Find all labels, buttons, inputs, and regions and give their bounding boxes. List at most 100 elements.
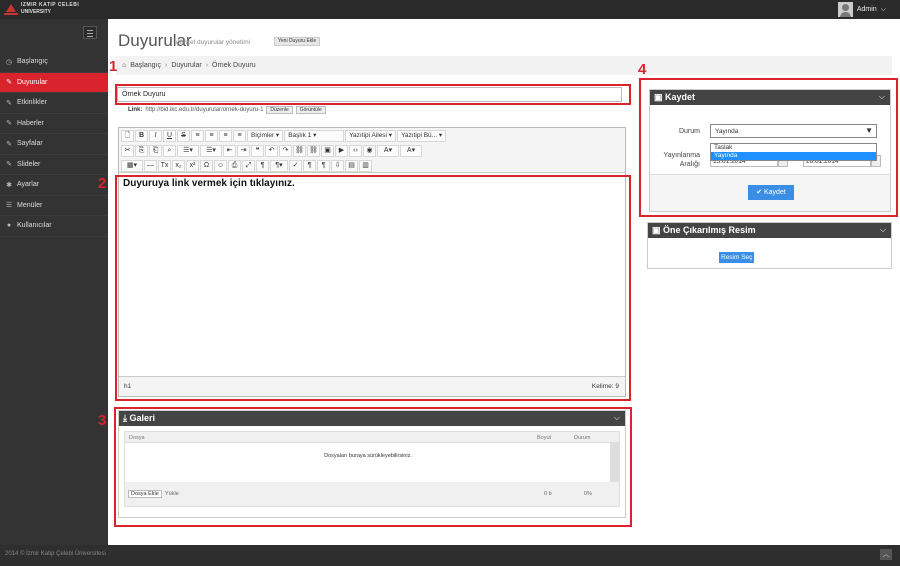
- sidebar-item-sayfalar[interactable]: ✎ Sayfalar: [0, 134, 108, 155]
- featured-image-header[interactable]: ▣ Öne Çıkarılmış Resim ⌵: [648, 223, 891, 238]
- featured-image-title: Öne Çıkarılmış Resim: [663, 225, 756, 235]
- text-color-icon[interactable]: A▾: [377, 145, 399, 157]
- show-blocks-icon[interactable]: ¶: [303, 160, 316, 172]
- sidebar-nav: ◷ Başlangıç ✎ Duyurular ✎ Etkinlikler ✎ Habe…: [0, 52, 108, 237]
- fullscreen-icon[interactable]: ⤢: [242, 160, 255, 172]
- blockquote-icon[interactable]: ❝: [251, 145, 264, 157]
- clear-format-icon[interactable]: Tx: [158, 160, 171, 172]
- gauge-icon: ◷: [5, 58, 13, 66]
- select-image-button[interactable]: Resim Seç: [719, 252, 755, 263]
- code-icon[interactable]: ‹›: [349, 145, 362, 157]
- redo-icon[interactable]: ↷: [279, 145, 292, 157]
- link-icon[interactable]: ⛓: [293, 145, 306, 157]
- university-logo[interactable]: IZMIR KATIP CELEBI UNIVERSITY: [4, 2, 79, 16]
- spellcheck-icon[interactable]: ✓: [289, 160, 302, 172]
- align-justify-icon[interactable]: ≡: [233, 130, 246, 142]
- user-icon: ●: [6, 222, 12, 230]
- view-link-button[interactable]: Görüntüle: [295, 106, 326, 114]
- user-menu[interactable]: Admin ⌵: [837, 1, 886, 18]
- rtl-icon[interactable]: ¶▾: [270, 160, 288, 172]
- editor-toolbar: 🗋 B I U S ≡ ≡ ≡ ≡ Biçimler ▾ Başlık 1 ▾ …: [119, 128, 625, 173]
- page-subtitle: güncel duyurular yönetimi: [176, 39, 251, 46]
- preview-icon[interactable]: ◉: [363, 145, 376, 157]
- align-center-icon[interactable]: ≡: [205, 130, 218, 142]
- sidebar-item-ayarlar[interactable]: ✱ Ayarlar: [0, 175, 108, 196]
- emoticon-icon[interactable]: ☺: [214, 160, 227, 172]
- numbered-list-icon[interactable]: ☰▾: [200, 145, 222, 157]
- find-icon[interactable]: ⌕: [163, 145, 176, 157]
- annotation-number-1: 1: [109, 58, 118, 75]
- new-document-icon[interactable]: 🗋: [121, 130, 134, 142]
- subscript-icon[interactable]: x₂: [172, 160, 185, 172]
- table-icon[interactable]: ▦▾: [121, 160, 143, 172]
- unlink-icon[interactable]: ⛓: [307, 145, 320, 157]
- sidebar-item-label: Başlangıç: [17, 58, 48, 66]
- insert-download-icon[interactable]: ⇩: [331, 160, 344, 172]
- strikethrough-button[interactable]: S: [177, 130, 190, 142]
- heading-dropdown[interactable]: Başlık 1 ▾: [284, 130, 345, 142]
- outdent-icon[interactable]: ⇤: [223, 145, 236, 157]
- edit-icon: ✎: [6, 99, 12, 107]
- sidebar-item-slideler[interactable]: ✎ Slideler: [0, 155, 108, 175]
- bold-button[interactable]: B: [135, 130, 148, 142]
- sidebar-toggle-button[interactable]: [83, 26, 97, 39]
- title-input[interactable]: Örnek Duyuru: [117, 87, 622, 102]
- cut-icon[interactable]: ✂: [121, 145, 134, 157]
- edit-icon: ✎: [6, 79, 12, 87]
- chevron-down-icon[interactable]: ⌵: [880, 225, 886, 235]
- font-size-dropdown[interactable]: Yazıtipi Bü... ▾: [397, 130, 447, 142]
- breadcrumb-item[interactable]: Başlangıç: [130, 62, 161, 69]
- sidebar-item-baslangic[interactable]: ◷ Başlangıç: [0, 52, 108, 73]
- italic-button[interactable]: I: [149, 130, 162, 142]
- new-announcement-button[interactable]: Yeni Duyuru Ekle: [274, 37, 321, 46]
- edit-icon: ✎: [6, 140, 12, 148]
- breadcrumb-separator: ›: [164, 62, 168, 69]
- breadcrumb-item[interactable]: Duyurular: [171, 62, 201, 69]
- sidebar-item-kullanicilar[interactable]: ● Kullanıcılar: [0, 216, 108, 237]
- superscript-icon[interactable]: x²: [186, 160, 199, 172]
- font-family-dropdown[interactable]: Yazıtipi Ailesi ▾: [345, 130, 397, 142]
- toolbar-row-1: 🗋 B I U S ≡ ≡ ≡ ≡ Biçimler ▾ Başlık 1 ▾ …: [121, 130, 447, 144]
- template-icon[interactable]: ▤: [345, 160, 358, 172]
- sidebar-item-label: Menüler: [17, 201, 43, 209]
- formats-dropdown[interactable]: Biçimler ▾: [247, 130, 284, 142]
- indent-icon[interactable]: ⇥: [237, 145, 250, 157]
- image-icon[interactable]: ▣: [321, 145, 334, 157]
- print-icon[interactable]: ⎙: [228, 160, 241, 172]
- sidebar-item-etkinlikler[interactable]: ✎ Etkinlikler: [0, 93, 108, 114]
- edit-icon: ✎: [6, 120, 12, 128]
- footer: 2014 © İzmir Katip Çelebi Üniversitesi ︿: [0, 545, 900, 566]
- align-left-icon[interactable]: ≡: [191, 130, 204, 142]
- paste-icon[interactable]: ⎗: [149, 145, 162, 157]
- ltr-icon[interactable]: ¶: [256, 160, 269, 172]
- permalink-row: Link: http://bid.ikc.edu.tr/duyurular/or…: [128, 106, 326, 114]
- edit-link-button[interactable]: Düzenle: [266, 106, 293, 114]
- sidebar-item-haberler[interactable]: ✎ Haberler: [0, 114, 108, 134]
- horizontal-rule-icon[interactable]: —: [144, 160, 157, 172]
- image-icon: ▣: [652, 225, 661, 235]
- undo-icon[interactable]: ↶: [265, 145, 278, 157]
- sidebar-item-menuler[interactable]: ☰ Menüler: [0, 196, 108, 216]
- nonbreaking-icon[interactable]: ¶: [317, 160, 330, 172]
- edit-icon: ✎: [6, 161, 12, 169]
- permalink-label: Link:: [128, 107, 143, 113]
- special-char-icon[interactable]: Ω: [200, 160, 213, 172]
- option-taslak[interactable]: Taslak: [711, 144, 876, 152]
- sidebar-item-label: Ayarlar: [17, 181, 40, 189]
- option-yayinda[interactable]: Yayında: [711, 152, 876, 160]
- sidebar-item-label: Kullanıcılar: [17, 222, 52, 230]
- logo-text-line1: IZMIR KATIP CELEBI: [21, 2, 80, 8]
- scroll-top-button[interactable]: ︿: [880, 549, 892, 560]
- sidebar-item-label: Haberler: [17, 119, 44, 127]
- align-right-icon[interactable]: ≡: [219, 130, 232, 142]
- background-color-icon[interactable]: A▾: [400, 145, 422, 157]
- bullet-list-icon[interactable]: ☰▾: [177, 145, 199, 157]
- permalink-url[interactable]: http://bid.ikc.edu.tr/duyurular/ornek-du…: [145, 107, 263, 113]
- sidebar-item-label: Slideler: [17, 160, 41, 168]
- underline-button[interactable]: U: [163, 130, 176, 142]
- copy-icon[interactable]: ⎘: [135, 145, 148, 157]
- sidebar-item-duyurular[interactable]: ✎ Duyurular: [0, 72, 108, 93]
- pagebreak-icon[interactable]: ▥: [359, 160, 372, 172]
- media-icon[interactable]: ▶: [335, 145, 348, 157]
- top-bar: IZMIR KATIP CELEBI UNIVERSITY Admin ⌵: [0, 0, 900, 19]
